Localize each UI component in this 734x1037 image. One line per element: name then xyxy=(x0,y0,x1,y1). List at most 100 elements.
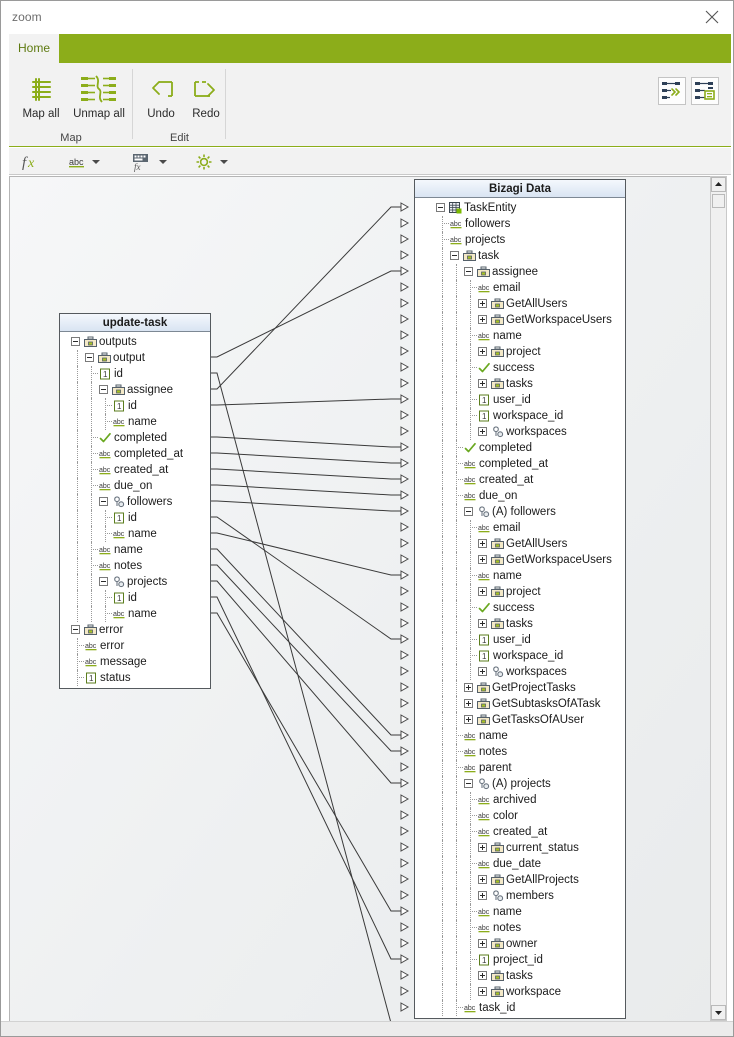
map-all-button[interactable]: Map all xyxy=(13,69,69,125)
fx-icon[interactable]: f x xyxy=(21,152,41,177)
mapping-link[interactable] xyxy=(205,270,401,358)
abc-dropdown-caret[interactable] xyxy=(92,160,100,164)
mapping-link[interactable] xyxy=(205,484,401,496)
tree-row[interactable]: 1 id xyxy=(60,590,210,606)
target-connector-nub[interactable] xyxy=(400,762,410,772)
collapse-toggle-icon[interactable] xyxy=(85,353,94,362)
target-connector-nub[interactable] xyxy=(400,282,410,292)
mapping-link[interactable] xyxy=(205,398,401,406)
target-connector-nub[interactable] xyxy=(400,826,410,836)
target-connector-nub[interactable] xyxy=(400,570,410,580)
auto-map-button[interactable] xyxy=(658,77,686,105)
target-connector-nub[interactable] xyxy=(400,1002,410,1012)
expression-dropdown-caret[interactable] xyxy=(159,160,167,164)
tree-row[interactable]: assignee xyxy=(415,264,625,280)
expand-toggle-icon[interactable] xyxy=(478,539,487,548)
gear-icon[interactable] xyxy=(194,152,214,177)
scrollbar-thumb[interactable] xyxy=(712,194,725,208)
mapping-link[interactable] xyxy=(205,372,401,1021)
gear-dropdown-caret[interactable] xyxy=(220,160,228,164)
target-connector-nub[interactable] xyxy=(400,538,410,548)
collapse-toggle-icon[interactable] xyxy=(464,267,473,276)
mapping-link[interactable] xyxy=(205,436,401,448)
collapse-toggle-icon[interactable] xyxy=(450,251,459,260)
target-connector-nub[interactable] xyxy=(400,506,410,516)
target-connector-nub[interactable] xyxy=(400,970,410,980)
target-connector-nub[interactable] xyxy=(400,266,410,276)
target-connector-nub[interactable] xyxy=(400,938,410,948)
tree-row[interactable]: GetAllProjects xyxy=(415,872,625,888)
abc-text-icon[interactable]: abc xyxy=(67,152,87,177)
target-connector-nub[interactable] xyxy=(400,778,410,788)
target-connector-nub[interactable] xyxy=(400,234,410,244)
unmap-all-button[interactable]: Unmap all xyxy=(69,69,129,125)
tree-row[interactable]: 1 project_id xyxy=(415,952,625,968)
expand-toggle-icon[interactable] xyxy=(478,555,487,564)
expand-toggle-icon[interactable] xyxy=(478,427,487,436)
mapping-link[interactable] xyxy=(205,580,401,784)
expand-toggle-icon[interactable] xyxy=(464,699,473,708)
expand-toggle-icon[interactable] xyxy=(478,315,487,324)
mapping-link[interactable] xyxy=(205,516,401,640)
tree-row[interactable]: abc notes xyxy=(60,558,210,574)
tree-row[interactable]: GetAllUsers xyxy=(415,296,625,312)
tree-row[interactable]: abc archived xyxy=(415,792,625,808)
tree-row[interactable]: project xyxy=(415,584,625,600)
tree-row[interactable]: abc name xyxy=(60,526,210,542)
tree-row[interactable]: workspaces xyxy=(415,424,625,440)
tree-row[interactable]: abc name xyxy=(415,904,625,920)
tree-row[interactable]: completed xyxy=(60,430,210,446)
tree-row[interactable]: abc error xyxy=(60,638,210,654)
tree-row[interactable]: error xyxy=(60,622,210,638)
mapping-link[interactable] xyxy=(205,532,401,576)
tree-row[interactable]: project xyxy=(415,344,625,360)
mapping-canvas[interactable]: update-task outputs output 1 id assignee 1 id a… xyxy=(9,176,716,1021)
collapse-toggle-icon[interactable] xyxy=(99,385,108,394)
collapse-toggle-icon[interactable] xyxy=(71,625,80,634)
target-connector-nub[interactable] xyxy=(400,298,410,308)
tree-row[interactable]: completed xyxy=(415,440,625,456)
tree-row[interactable]: abc email xyxy=(415,520,625,536)
target-connector-nub[interactable] xyxy=(400,586,410,596)
collapse-toggle-icon[interactable] xyxy=(436,203,445,212)
tab-home[interactable]: Home xyxy=(9,34,59,63)
target-connector-nub[interactable] xyxy=(400,810,410,820)
target-connector-nub[interactable] xyxy=(400,922,410,932)
target-connector-nub[interactable] xyxy=(400,362,410,372)
tree-row[interactable]: abc completed_at xyxy=(60,446,210,462)
target-connector-nub[interactable] xyxy=(400,794,410,804)
expand-toggle-icon[interactable] xyxy=(478,971,487,980)
tree-row[interactable]: GetProjectTasks xyxy=(415,680,625,696)
tree-row[interactable]: abc due_date xyxy=(415,856,625,872)
expand-toggle-icon[interactable] xyxy=(478,843,487,852)
target-connector-nub[interactable] xyxy=(400,906,410,916)
target-connector-nub[interactable] xyxy=(400,634,410,644)
scroll-up-arrow[interactable] xyxy=(711,177,726,192)
show-grid-button[interactable] xyxy=(691,77,719,105)
expand-toggle-icon[interactable] xyxy=(478,939,487,948)
tree-row[interactable]: tasks xyxy=(415,616,625,632)
target-connector-nub[interactable] xyxy=(400,714,410,724)
tree-row[interactable]: 1 id xyxy=(60,366,210,382)
mapping-link[interactable] xyxy=(205,596,401,960)
collapse-toggle-icon[interactable] xyxy=(99,497,108,506)
target-connector-nub[interactable] xyxy=(400,410,410,420)
tree-row[interactable]: abc name xyxy=(60,414,210,430)
tree-row[interactable]: abc email xyxy=(415,280,625,296)
tree-row[interactable]: workspaces xyxy=(415,664,625,680)
tree-row[interactable]: workspace xyxy=(415,984,625,1000)
tree-row[interactable]: 1 status xyxy=(60,670,210,686)
target-connector-nub[interactable] xyxy=(400,842,410,852)
target-connector-nub[interactable] xyxy=(400,394,410,404)
expand-toggle-icon[interactable] xyxy=(478,379,487,388)
tree-row[interactable]: GetSubtasksOfATask xyxy=(415,696,625,712)
collapse-toggle-icon[interactable] xyxy=(99,577,108,586)
expand-toggle-icon[interactable] xyxy=(464,683,473,692)
target-connector-nub[interactable] xyxy=(400,650,410,660)
target-connector-nub[interactable] xyxy=(400,682,410,692)
tree-row[interactable]: abc message xyxy=(60,654,210,670)
tree-row[interactable]: success xyxy=(415,360,625,376)
target-connector-nub[interactable] xyxy=(400,746,410,756)
target-connector-nub[interactable] xyxy=(400,858,410,868)
tree-row[interactable]: assignee xyxy=(60,382,210,398)
